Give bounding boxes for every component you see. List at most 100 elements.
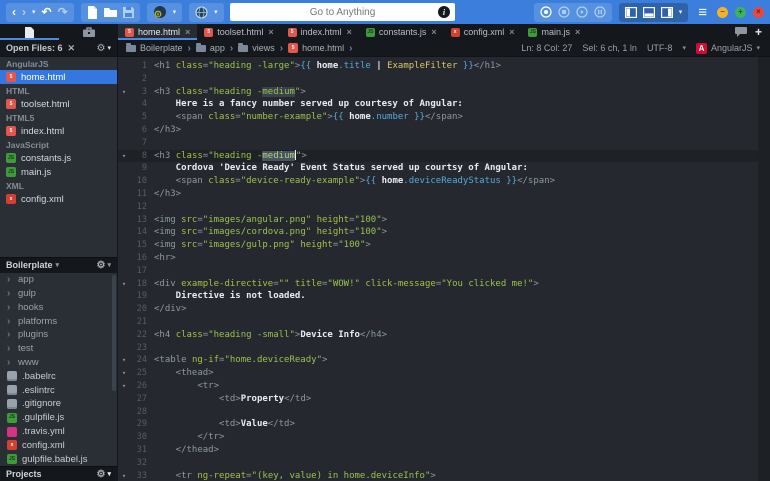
code-line-6[interactable]: 6</h3> (118, 124, 770, 137)
code-editor[interactable]: 1<h1 class="heading -large">{{ home.titl… (118, 57, 770, 481)
code-line-32[interactable]: 32 (118, 457, 770, 470)
code-line-22[interactable]: 22<h4 class="heading -small">Device Info… (118, 329, 770, 342)
code-line-3[interactable]: ▾3<h3 class="heading -medium"> (118, 86, 770, 99)
tab-home.html[interactable]: 5home.html× (118, 24, 197, 40)
close-tab-icon[interactable]: × (347, 27, 352, 37)
go-to-anything-box[interactable]: i (230, 3, 455, 21)
code-line-23[interactable]: 23 (118, 342, 770, 355)
play-button[interactable] (576, 6, 588, 18)
encoding-selector[interactable]: UTF-8 (647, 43, 673, 53)
code-line-16[interactable]: 16<hr> (118, 252, 770, 265)
close-tab-icon[interactable]: × (431, 27, 436, 37)
pause-button[interactable] (594, 6, 606, 18)
breadcrumb-item-views[interactable]: views (238, 43, 275, 53)
code-line-28[interactable]: 28 (118, 406, 770, 419)
code-line-33[interactable]: ▾33 <tr ng-repeat="(key, value) in home.… (118, 470, 770, 481)
fold-toggle-icon[interactable]: ▾ (118, 380, 130, 393)
forward-button[interactable]: › (22, 6, 26, 18)
breadcrumb-item-home.html[interactable]: 5home.html (288, 43, 344, 53)
code-line-2[interactable]: 2 (118, 73, 770, 86)
new-file-button[interactable] (87, 6, 98, 19)
close-tab-icon[interactable]: × (509, 27, 514, 37)
feedback-bubble-icon[interactable] (735, 27, 747, 37)
close-tab-icon[interactable]: × (185, 27, 190, 37)
panel-tab-files[interactable] (0, 24, 59, 40)
redo-button[interactable]: ↷ (58, 6, 68, 18)
code-line-31[interactable]: 31 </thead> (118, 444, 770, 457)
code-line-29[interactable]: 29 <td>Value</td> (118, 418, 770, 431)
save-button[interactable] (123, 7, 134, 18)
folder-gulp[interactable]: ›gulp (0, 287, 110, 301)
code-line-14[interactable]: 14<img src="images/cordova.png" height="… (118, 226, 770, 239)
file-.gitignore[interactable]: .gitignore (0, 397, 110, 411)
projects-header[interactable]: Projects ⚙▾ (0, 466, 117, 481)
open-file-main.js[interactable]: JSmain.js (0, 165, 117, 179)
code-line-1[interactable]: 1<h1 class="heading -large">{{ home.titl… (118, 60, 770, 73)
code-line-26[interactable]: ▾26 <tr> (118, 380, 770, 393)
toggle-left-panel-button[interactable] (625, 7, 637, 18)
browser-preview-button[interactable] (195, 6, 208, 19)
new-tab-button[interactable]: + (755, 26, 762, 38)
code-line-20[interactable]: 20</div> (118, 303, 770, 316)
fold-toggle-icon[interactable]: ▾ (118, 354, 130, 367)
fold-toggle-icon[interactable]: ▾ (118, 278, 130, 291)
open-file-button[interactable] (104, 7, 117, 17)
file-gulpfile.babel.js[interactable]: JSgulpfile.babel.js (0, 452, 110, 466)
stop-button[interactable] (558, 6, 570, 18)
code-line-30[interactable]: 30 </tr> (118, 431, 770, 444)
go-to-anything-input[interactable] (230, 7, 455, 18)
code-line-18[interactable]: ▾18<div example-directive="" title="WOW!… (118, 278, 770, 291)
preview-caret-icon[interactable]: ▾ (214, 8, 218, 16)
projects-settings-button[interactable]: ⚙▾ (97, 469, 111, 480)
maximize-window-button[interactable]: + (735, 7, 746, 18)
tab-toolset.html[interactable]: 5toolset.html× (197, 24, 280, 40)
open-file-config.xml[interactable]: xconfig.xml (0, 192, 117, 206)
open-file-home.html[interactable]: 5home.html (0, 70, 117, 84)
toggle-bottom-panel-button[interactable] (643, 7, 655, 18)
code-line-10[interactable]: 10 <span class="device-ready-example">{{… (118, 175, 770, 188)
code-line-5[interactable]: 5 <span class="number-example">{{ home.n… (118, 111, 770, 124)
record-macro-button[interactable] (540, 6, 552, 18)
code-line-19[interactable]: 19 Directive is not loaded. (118, 290, 770, 303)
undo-button[interactable]: ↶ (42, 6, 52, 18)
code-line-25[interactable]: ▾25 <thead> (118, 367, 770, 380)
file-.gulpfile.js[interactable]: JS.gulpfile.js (0, 411, 110, 425)
code-line-27[interactable]: 27 <td>Property</td> (118, 393, 770, 406)
open-file-toolset.html[interactable]: 5toolset.html (0, 97, 117, 111)
fold-toggle-icon[interactable]: ▾ (118, 367, 130, 380)
main-menu-button[interactable]: ≡ (695, 4, 710, 21)
folder-app[interactable]: ›app (0, 273, 110, 287)
code-line-24[interactable]: ▾24<table ng-if="home.deviceReady"> (118, 354, 770, 367)
close-window-button[interactable]: × (753, 7, 764, 18)
folder-platforms[interactable]: ›platforms (0, 314, 110, 328)
minimize-window-button[interactable]: − (717, 7, 728, 18)
file-config.xml[interactable]: xconfig.xml (0, 438, 110, 452)
fold-toggle-icon[interactable]: ▾ (118, 86, 130, 99)
file-.travis.yml[interactable]: .travis.yml (0, 425, 110, 439)
tree-scrollbar[interactable] (112, 275, 116, 391)
panel-tab-toolbox[interactable] (59, 24, 118, 40)
code-line-13[interactable]: 13<img src="images/angular.png" height="… (118, 214, 770, 227)
code-line-12[interactable]: 12 (118, 201, 770, 214)
file-.babelrc[interactable]: .babelrc (0, 369, 110, 383)
boilerplate-header[interactable]: Boilerplate ▾ ⚙▾ (0, 257, 117, 273)
close-panel-icon[interactable]: ✕ (68, 43, 76, 54)
language-selector[interactable]: A AngularJS ▾ (696, 43, 760, 54)
code-line-9[interactable]: 9 Cordova 'Device Ready' Event Status se… (118, 162, 770, 175)
code-line-11[interactable]: 11</h3> (118, 188, 770, 201)
encoding-caret-icon[interactable]: ▾ (682, 44, 686, 52)
folder-plugins[interactable]: ›plugins (0, 328, 110, 342)
toggle-right-panel-button[interactable] (661, 7, 673, 18)
boilerplate-settings-button[interactable]: ⚙▾ (97, 260, 111, 271)
breadcrumb-item-Boilerplate[interactable]: Boilerplate (126, 43, 183, 53)
open-files-settings-button[interactable]: ⚙▾ (97, 43, 111, 54)
folder-www[interactable]: ›www (0, 356, 110, 370)
code-line-8[interactable]: ▾8<h3 class="heading -medium"> (118, 150, 770, 163)
fold-toggle-icon[interactable]: ▾ (118, 470, 130, 481)
syntax-check-button[interactable]: 0 (153, 5, 167, 19)
open-file-index.html[interactable]: 5index.html (0, 124, 117, 138)
tab-config.xml[interactable]: xconfig.xml× (444, 24, 522, 40)
folder-test[interactable]: ›test (0, 342, 110, 356)
tab-constants.js[interactable]: JSconstants.js× (359, 24, 444, 40)
nav-history-caret-icon[interactable]: ▾ (32, 8, 36, 16)
